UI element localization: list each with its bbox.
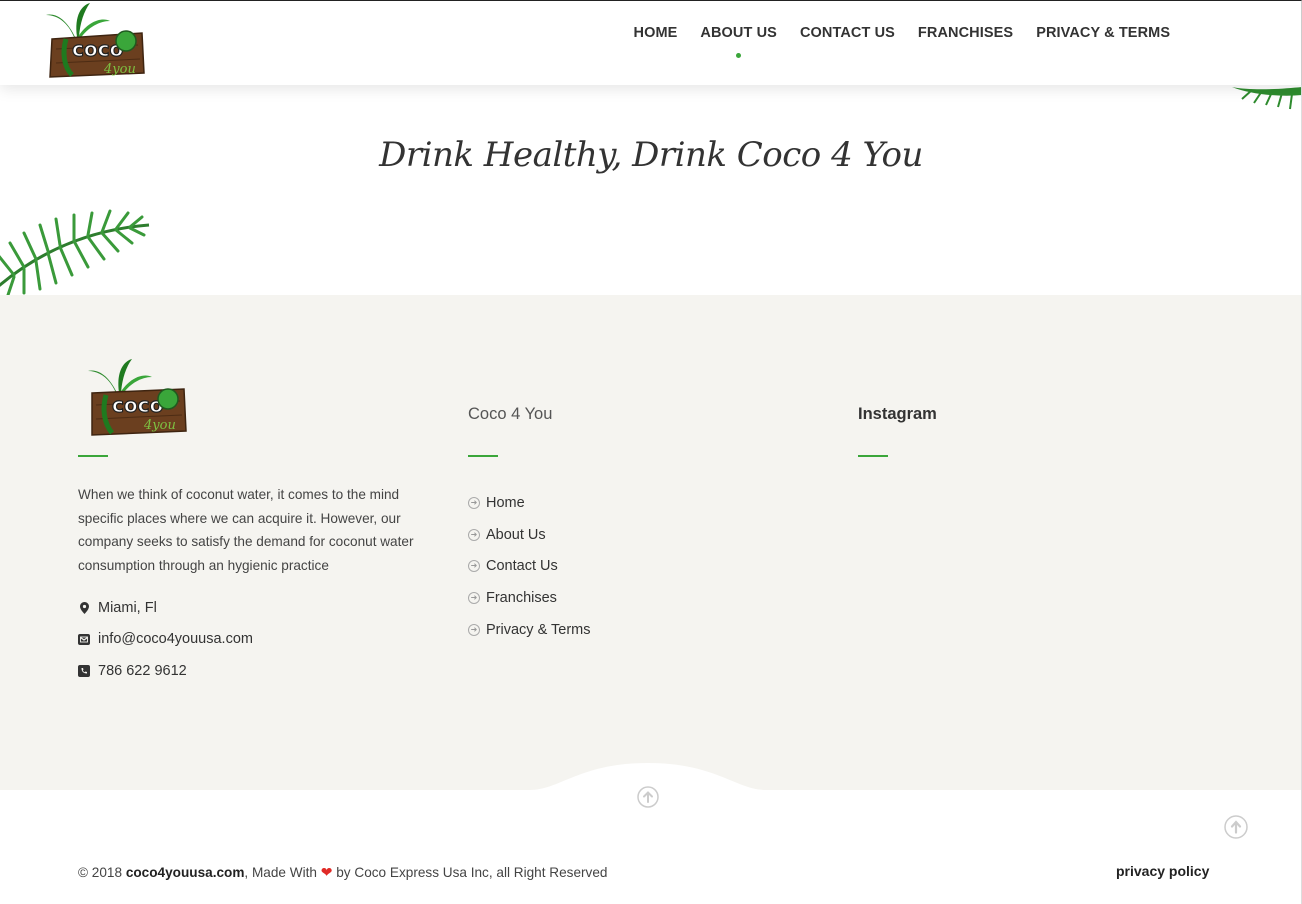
nav-contact-us[interactable]: CONTACT US bbox=[788, 25, 906, 41]
footer-phone-text[interactable]: 786 622 9612 bbox=[98, 663, 187, 679]
footer-logo[interactable]: coco 4you bbox=[88, 359, 188, 437]
footer-link-privacy-terms[interactable]: ➜ Privacy & Terms bbox=[468, 614, 590, 646]
footer-phone[interactable]: 786 622 9612 bbox=[78, 663, 187, 679]
svg-text:coco: coco bbox=[112, 393, 163, 417]
footer-divider bbox=[858, 455, 888, 457]
footer-link-label[interactable]: Privacy & Terms bbox=[486, 622, 590, 638]
back-to-top-button[interactable] bbox=[1224, 815, 1248, 839]
svg-text:4you: 4you bbox=[103, 62, 136, 77]
palm-leaf-decoration-right bbox=[1232, 87, 1302, 110]
footer-link-about-us[interactable]: ➜ About Us bbox=[468, 519, 590, 551]
hero-tagline: Drink Healthy, Drink Coco 4 You bbox=[379, 135, 923, 175]
footer-location-text: Miami, Fl bbox=[98, 600, 157, 616]
copyright-site-link[interactable]: coco4youusa.com bbox=[126, 865, 245, 880]
footer-link-label[interactable]: Contact Us bbox=[486, 558, 558, 574]
map-pin-icon bbox=[78, 602, 90, 614]
footer-email[interactable]: info@coco4youusa.com bbox=[78, 631, 253, 647]
phone-icon bbox=[78, 665, 90, 677]
palm-leaf-decoration-left bbox=[0, 209, 150, 295]
footer-email-text[interactable]: info@coco4youusa.com bbox=[98, 631, 253, 647]
footer-links-title: Coco 4 You bbox=[468, 405, 553, 423]
site-footer: coco 4you When we think of coconut water… bbox=[0, 295, 1302, 790]
heart-icon: ❤ bbox=[320, 864, 333, 880]
privacy-policy-link[interactable]: privacy policy bbox=[1116, 863, 1209, 879]
site-logo[interactable]: coco 4you bbox=[46, 3, 146, 79]
scroll-to-top-icon[interactable] bbox=[637, 786, 659, 808]
hero-section: Drink Healthy, Drink Coco 4 You bbox=[0, 85, 1302, 295]
footer-link-label[interactable]: About Us bbox=[486, 527, 546, 543]
main-nav: HOME ABOUT US CONTACT US FRANCHISES PRIV… bbox=[622, 25, 1182, 58]
nav-franchises[interactable]: FRANCHISES bbox=[906, 25, 1024, 41]
footer-divider bbox=[78, 455, 108, 457]
footer-location: Miami, Fl bbox=[78, 600, 157, 616]
arrow-right-circle-icon: ➜ bbox=[468, 592, 480, 605]
arrow-right-circle-icon: ➜ bbox=[468, 496, 480, 509]
site-header: coco 4you HOME ABOUT US CONTACT US FRANC… bbox=[0, 0, 1302, 85]
footer-about-text: When we think of coconut water, it comes… bbox=[78, 487, 414, 573]
nav-privacy-terms[interactable]: PRIVACY & TERMS bbox=[1025, 25, 1182, 41]
footer-link-contact-us[interactable]: ➜ Contact Us bbox=[468, 551, 590, 583]
svg-text:4you: 4you bbox=[143, 418, 176, 433]
copyright-made-with: , Made With bbox=[244, 865, 321, 880]
copyright-text: © 2018 coco4youusa.com, Made With ❤ by C… bbox=[78, 864, 607, 881]
envelope-icon bbox=[78, 633, 90, 645]
arrow-right-circle-icon: ➜ bbox=[468, 560, 480, 573]
nav-about-us[interactable]: ABOUT US bbox=[689, 25, 789, 58]
footer-link-label[interactable]: Franchises bbox=[486, 590, 557, 606]
arrow-right-circle-icon: ➜ bbox=[468, 528, 480, 541]
copyright-suffix: by Coco Express Usa Inc, all Right Reser… bbox=[332, 865, 608, 880]
footer-link-home[interactable]: ➜ Home bbox=[468, 487, 590, 519]
nav-home[interactable]: HOME bbox=[622, 25, 689, 41]
footer-link-franchises[interactable]: ➜ Franchises bbox=[468, 582, 590, 614]
footer-instagram-title: Instagram bbox=[858, 405, 937, 423]
footer-divider bbox=[468, 455, 498, 457]
arrow-right-circle-icon: ➜ bbox=[468, 624, 480, 637]
footer-links-list: ➜ Home ➜ About Us ➜ Contact Us ➜ Franchises … bbox=[468, 487, 590, 646]
footer-link-label[interactable]: Home bbox=[486, 495, 525, 511]
copyright-prefix: © 2018 bbox=[78, 865, 126, 880]
